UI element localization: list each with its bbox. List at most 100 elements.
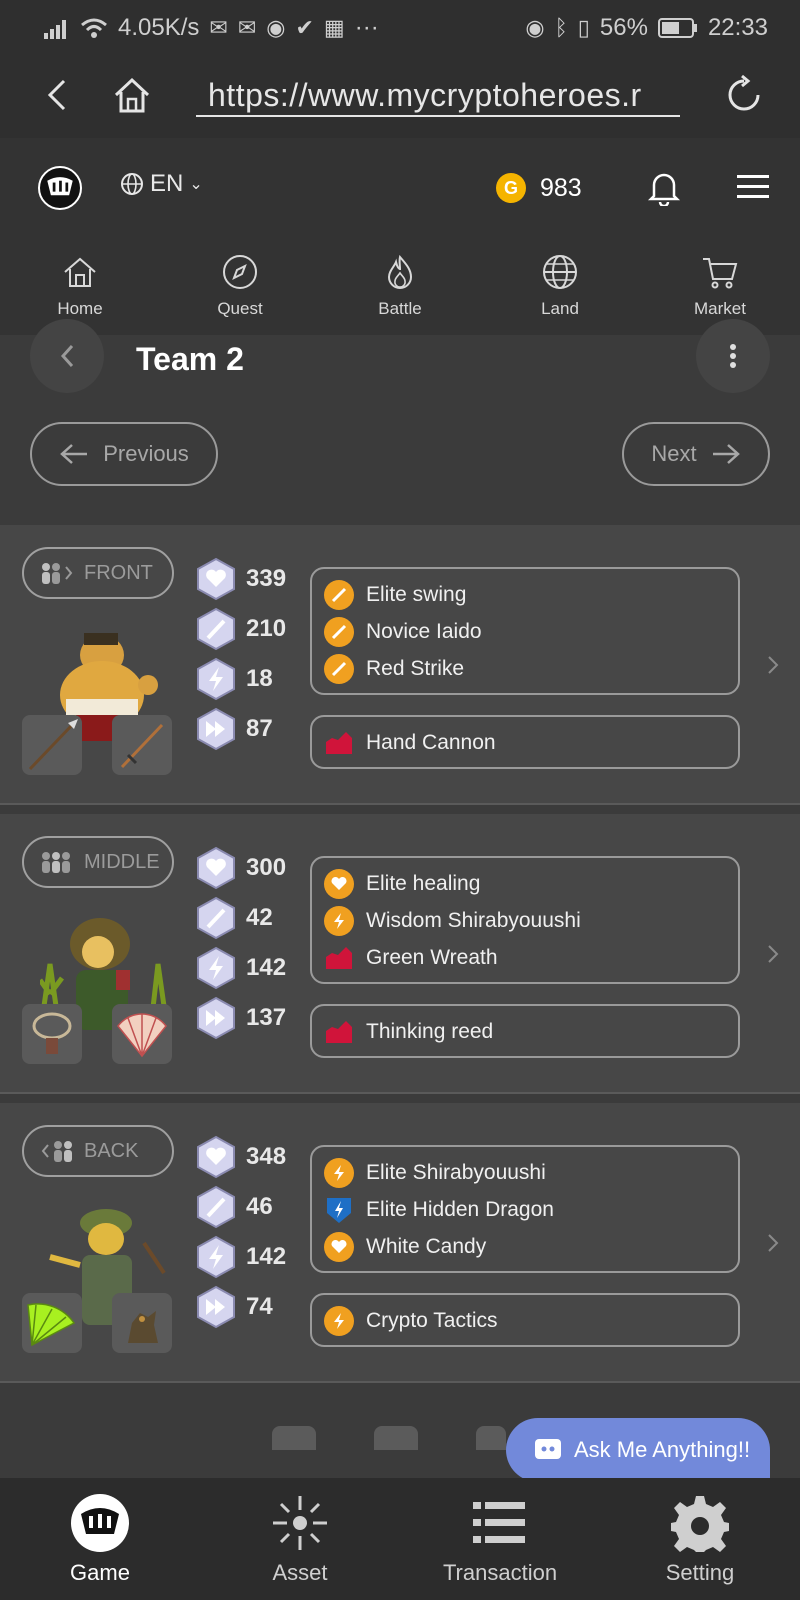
nav-market-label: Market — [694, 299, 746, 318]
nav-quest[interactable]: Quest — [160, 235, 320, 335]
bottom-tab-bar: Game Asset Transaction Setting — [0, 1478, 800, 1600]
stat-agi-value: 137 — [246, 1004, 287, 1031]
mch-logo-icon[interactable] — [38, 166, 82, 210]
chevron-right-icon[interactable] — [764, 653, 782, 677]
skill-name: Wisdom Shirabyouushi — [366, 908, 581, 932]
extension-row: Crypto Tactics — [312, 1302, 738, 1339]
weapon-slot[interactable] — [22, 1004, 82, 1064]
gum-coin-icon: G — [496, 173, 526, 203]
extension-box[interactable]: Crypto Tactics — [310, 1293, 740, 1347]
more-options-button[interactable] — [696, 319, 770, 393]
stat-agi: 137 — [196, 996, 286, 1040]
lightning-stat-icon — [197, 657, 235, 701]
sword-icon — [324, 653, 354, 684]
tab-asset[interactable]: Asset — [200, 1478, 400, 1600]
nav-land[interactable]: Land — [480, 235, 640, 335]
flame-icon — [387, 254, 413, 289]
reload-icon[interactable] — [722, 73, 766, 117]
stat-hp-value: 300 — [246, 854, 287, 881]
hero-card-back[interactable]: BACK 348 46 142 74 Elite Shirabyouushi E… — [0, 1103, 800, 1383]
bell-icon[interactable] — [646, 168, 682, 206]
position-label: MIDDLE — [84, 850, 160, 873]
sword-stat-icon — [197, 1185, 235, 1229]
previous-team-button[interactable]: Previous — [30, 422, 218, 486]
stat-int: 142 — [196, 946, 286, 990]
lightning-stat-icon — [197, 946, 235, 990]
medium-icon[interactable] — [374, 1426, 418, 1450]
tab-setting[interactable]: Setting — [600, 1478, 800, 1600]
lightning-icon — [324, 905, 354, 936]
nav-quest-label: Quest — [217, 299, 263, 318]
home-icon[interactable] — [110, 73, 154, 117]
hero-card-front[interactable]: FRONT 339 210 18 87 Elite swing Novice I… — [0, 525, 800, 805]
tab-game-label: Game — [70, 1560, 130, 1585]
formation-icon — [41, 1141, 72, 1162]
position-badge: MIDDLE — [22, 836, 174, 888]
twitter-icon[interactable] — [476, 1426, 506, 1450]
sword-stat-icon — [197, 896, 235, 940]
gear-icon — [671, 1496, 729, 1552]
eye-icon: ◉ — [525, 14, 545, 40]
spotify-icon: ◉ — [266, 14, 286, 40]
tab-transaction[interactable]: Transaction — [400, 1478, 600, 1600]
language-label: EN — [150, 170, 184, 197]
speed-stat-icon — [197, 1285, 235, 1329]
asset-icon — [273, 1496, 327, 1550]
accessory-slot[interactable] — [112, 1004, 172, 1064]
dragon-figure-icon — [128, 1311, 158, 1343]
back-button[interactable] — [30, 319, 104, 393]
arrow-left-icon — [60, 444, 88, 464]
stat-phy: 46 — [196, 1185, 273, 1229]
skills-box[interactable]: Elite swing Novice Iaido Red Strike — [310, 567, 740, 695]
next-team-button[interactable]: Next — [622, 422, 770, 486]
stat-agi: 74 — [196, 1285, 273, 1329]
hamburger-menu-icon[interactable] — [736, 172, 770, 202]
cart-icon — [703, 258, 738, 289]
back-arrow-icon[interactable] — [38, 73, 78, 117]
accessory-slot[interactable] — [112, 715, 172, 775]
chevron-right-icon[interactable] — [764, 942, 782, 966]
position-label: BACK — [84, 1139, 139, 1162]
url-field[interactable]: https://www.mycryptoheroes.r — [196, 73, 680, 117]
extension-icon — [324, 943, 354, 973]
stat-int: 18 — [196, 657, 273, 701]
nav-home-label: Home — [57, 299, 103, 318]
extension-name: Hand Cannon — [366, 730, 496, 754]
ama-label: Ask Me Anything!! — [574, 1437, 751, 1462]
skill-name: Elite healing — [366, 871, 481, 895]
shield-icon — [324, 1195, 354, 1225]
skill-row: Elite Hidden Dragon — [312, 1191, 738, 1228]
weapon-slot[interactable] — [22, 1293, 82, 1353]
stat-hp-value: 348 — [246, 1143, 287, 1170]
position-label: FRONT — [84, 561, 153, 584]
extension-box[interactable]: Thinking reed — [310, 1004, 740, 1058]
stat-phy: 42 — [196, 896, 273, 940]
extension-icon — [324, 728, 354, 758]
extension-box[interactable]: Hand Cannon — [310, 715, 740, 769]
tab-game[interactable]: Game — [0, 1478, 200, 1600]
heart-icon — [324, 868, 354, 899]
ask-me-anything-button[interactable]: Ask Me Anything!! — [506, 1418, 770, 1482]
chevron-down-icon: ⌄ — [189, 176, 203, 193]
skill-name: Elite swing — [366, 582, 467, 606]
battery-percent: 56% — [599, 13, 648, 41]
mail-icon: ✉ — [209, 14, 228, 40]
skills-box[interactable]: Elite Shirabyouushi Elite Hidden Dragon … — [310, 1145, 740, 1273]
language-selector[interactable]: EN ⌄ — [120, 170, 203, 198]
discord-icon[interactable] — [272, 1426, 316, 1450]
hero-card-middle[interactable]: MIDDLE 300 42 142 137 Elite healing Wisd… — [0, 814, 800, 1094]
lightning-icon — [324, 1305, 354, 1336]
main-nav: Home Quest Battle Land Market — [0, 235, 800, 335]
stat-agi: 87 — [196, 707, 273, 751]
nav-battle[interactable]: Battle — [320, 235, 480, 335]
chevron-right-icon[interactable] — [764, 1231, 782, 1255]
lightning-stat-icon — [197, 1235, 235, 1279]
coin-balance: 983 — [540, 174, 582, 202]
bluetooth-icon: ᛒ — [554, 14, 568, 40]
skill-row: Elite healing — [312, 865, 738, 902]
arrow-right-icon — [712, 444, 740, 464]
accessory-slot[interactable] — [112, 1293, 172, 1353]
skills-box[interactable]: Elite healing Wisdom Shirabyouushi Green… — [310, 856, 740, 984]
skill-row: Wisdom Shirabyouushi — [312, 902, 738, 939]
weapon-slot[interactable] — [22, 715, 82, 775]
